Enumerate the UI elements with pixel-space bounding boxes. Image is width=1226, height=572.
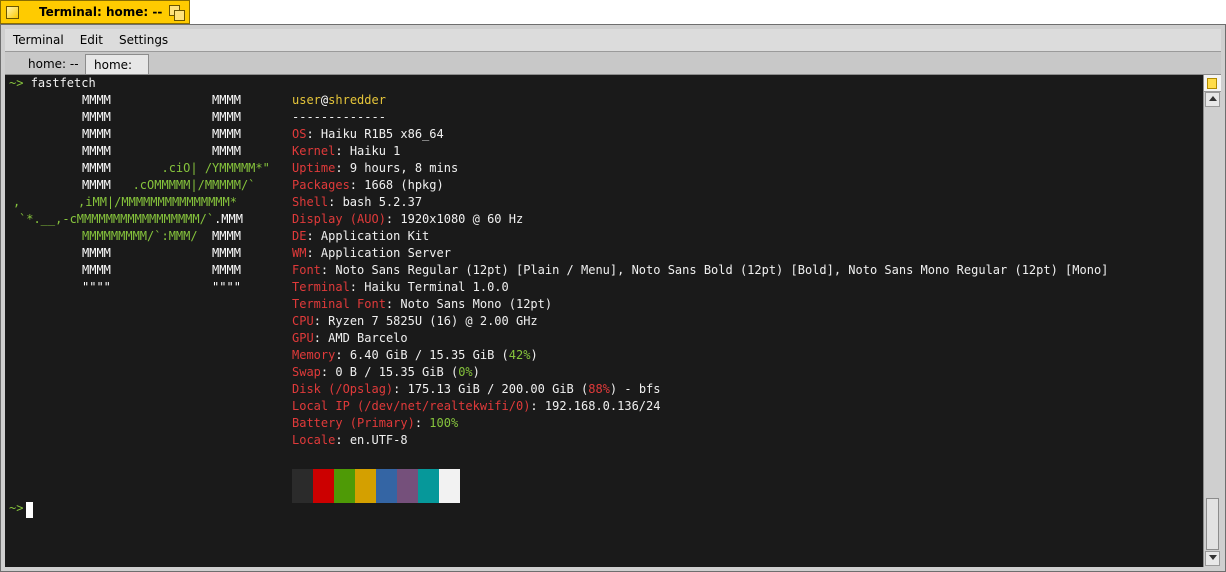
logo-line: MMMM MMMM (82, 246, 241, 260)
window-frame: TerminalEditSettings home: -- home: -- ~… (0, 24, 1226, 572)
window-tab[interactable]: Terminal: home: -- (0, 0, 190, 24)
resize-icon (1204, 75, 1221, 92)
color-swatch (439, 469, 460, 503)
info-row: WM: Application Server (292, 246, 451, 260)
info-row: Terminal Font: Noto Sans Mono (12pt) (292, 297, 553, 311)
info-row: Shell: bash 5.2.37 (292, 195, 423, 209)
logo-line: , ,iMM|/MMMMMMMMMMMMMMM* (13, 195, 237, 209)
color-palette (292, 469, 460, 503)
tab-home-1[interactable]: home: -- (20, 54, 90, 74)
logo-line: MMMM .cOMMMMM|/MMMMM/` (82, 178, 256, 192)
color-swatch (418, 469, 439, 503)
user-host: user@shredder (292, 93, 386, 107)
color-swatch (355, 469, 376, 503)
info-row: DE: Application Kit (292, 229, 430, 243)
info-row: Uptime: 9 hours, 8 mins (292, 161, 459, 175)
logo-line: MMMM MMMM (82, 127, 241, 141)
info-row: Local IP (/dev/net/realtekwifi/0): 192.1… (292, 399, 661, 413)
logo-line: MMMMMMMMM/`:MMM/ MMMM (82, 229, 241, 243)
vertical-scrollbar[interactable] (1203, 75, 1221, 567)
info-row: Swap: 0 B / 15.35 GiB (0%) (292, 365, 480, 379)
color-swatch (397, 469, 418, 503)
separator: ------------- (292, 110, 386, 124)
logo-line: MMMM MMMM (82, 263, 241, 277)
info-row: Memory: 6.40 GiB / 15.35 GiB (42%) (292, 348, 538, 362)
logo-line: MMMM MMMM (82, 93, 241, 107)
command-line: ~> fastfetch (9, 75, 96, 92)
info-row: Font: Noto Sans Regular (12pt) [Plain / … (292, 263, 1109, 277)
prompt: ~> (9, 76, 24, 90)
window-content: TerminalEditSettings home: -- home: -- ~… (5, 29, 1221, 567)
info-row: Battery (Primary): 100% (292, 416, 459, 430)
tab-strip: home: -- home: -- (5, 52, 1221, 86)
scroll-thumb[interactable] (1206, 498, 1219, 550)
color-swatch (313, 469, 334, 503)
info-row: Kernel: Haiku 1 (292, 144, 401, 158)
info-row: OS: Haiku R1B5 x86_64 (292, 127, 444, 141)
zoom-icon[interactable] (169, 5, 186, 21)
scroll-down-arrow[interactable] (1205, 551, 1220, 566)
info-row: Terminal: Haiku Terminal 1.0.0 (292, 280, 509, 294)
logo-line: `*.__,-cMMMMMMMMMMMMMMMMM/`.MMM (19, 212, 243, 226)
info-row: Locale: en.UTF-8 (292, 433, 408, 447)
logo-line: MMMM MMMM (82, 144, 241, 158)
close-icon[interactable] (6, 6, 19, 19)
color-swatch (292, 469, 313, 503)
info-row: Disk (/Opslag): 175.13 GiB / 200.00 GiB … (292, 382, 661, 396)
info-row: GPU: AMD Barcelo (292, 331, 408, 345)
info-row: Display (AUO): 1920x1080 @ 60 Hz (292, 212, 524, 226)
logo-line: """" """" (82, 280, 241, 294)
menu-settings[interactable]: Settings (111, 29, 176, 51)
menu-terminal[interactable]: Terminal (5, 29, 72, 51)
tab-home-2[interactable]: home: -- (85, 54, 149, 86)
prompt-line: ~> (9, 500, 23, 517)
color-swatch (376, 469, 397, 503)
terminal-view[interactable]: ~> fastfetch MMMM MMMM MMMM MMMM MMMM MMMM… (5, 75, 1205, 567)
menu-bar: Terminal Edit Settings (5, 29, 1221, 52)
color-swatch (334, 469, 355, 503)
command-text: fastfetch (30, 76, 96, 90)
logo-line: MMMM MMMM (82, 110, 241, 124)
logo-line: MMMM .ciO| /YMMMMM*" (82, 161, 270, 175)
text-cursor (26, 502, 33, 518)
window-title: Terminal: home: -- (39, 5, 163, 19)
prompt-2: ~> (9, 501, 24, 515)
menu-edit[interactable]: Edit (72, 29, 111, 51)
info-row: CPU: Ryzen 7 5825U (16) @ 2.00 GHz (292, 314, 538, 328)
info-row: Packages: 1668 (hpkg) (292, 178, 444, 192)
scroll-up-arrow[interactable] (1205, 92, 1220, 107)
